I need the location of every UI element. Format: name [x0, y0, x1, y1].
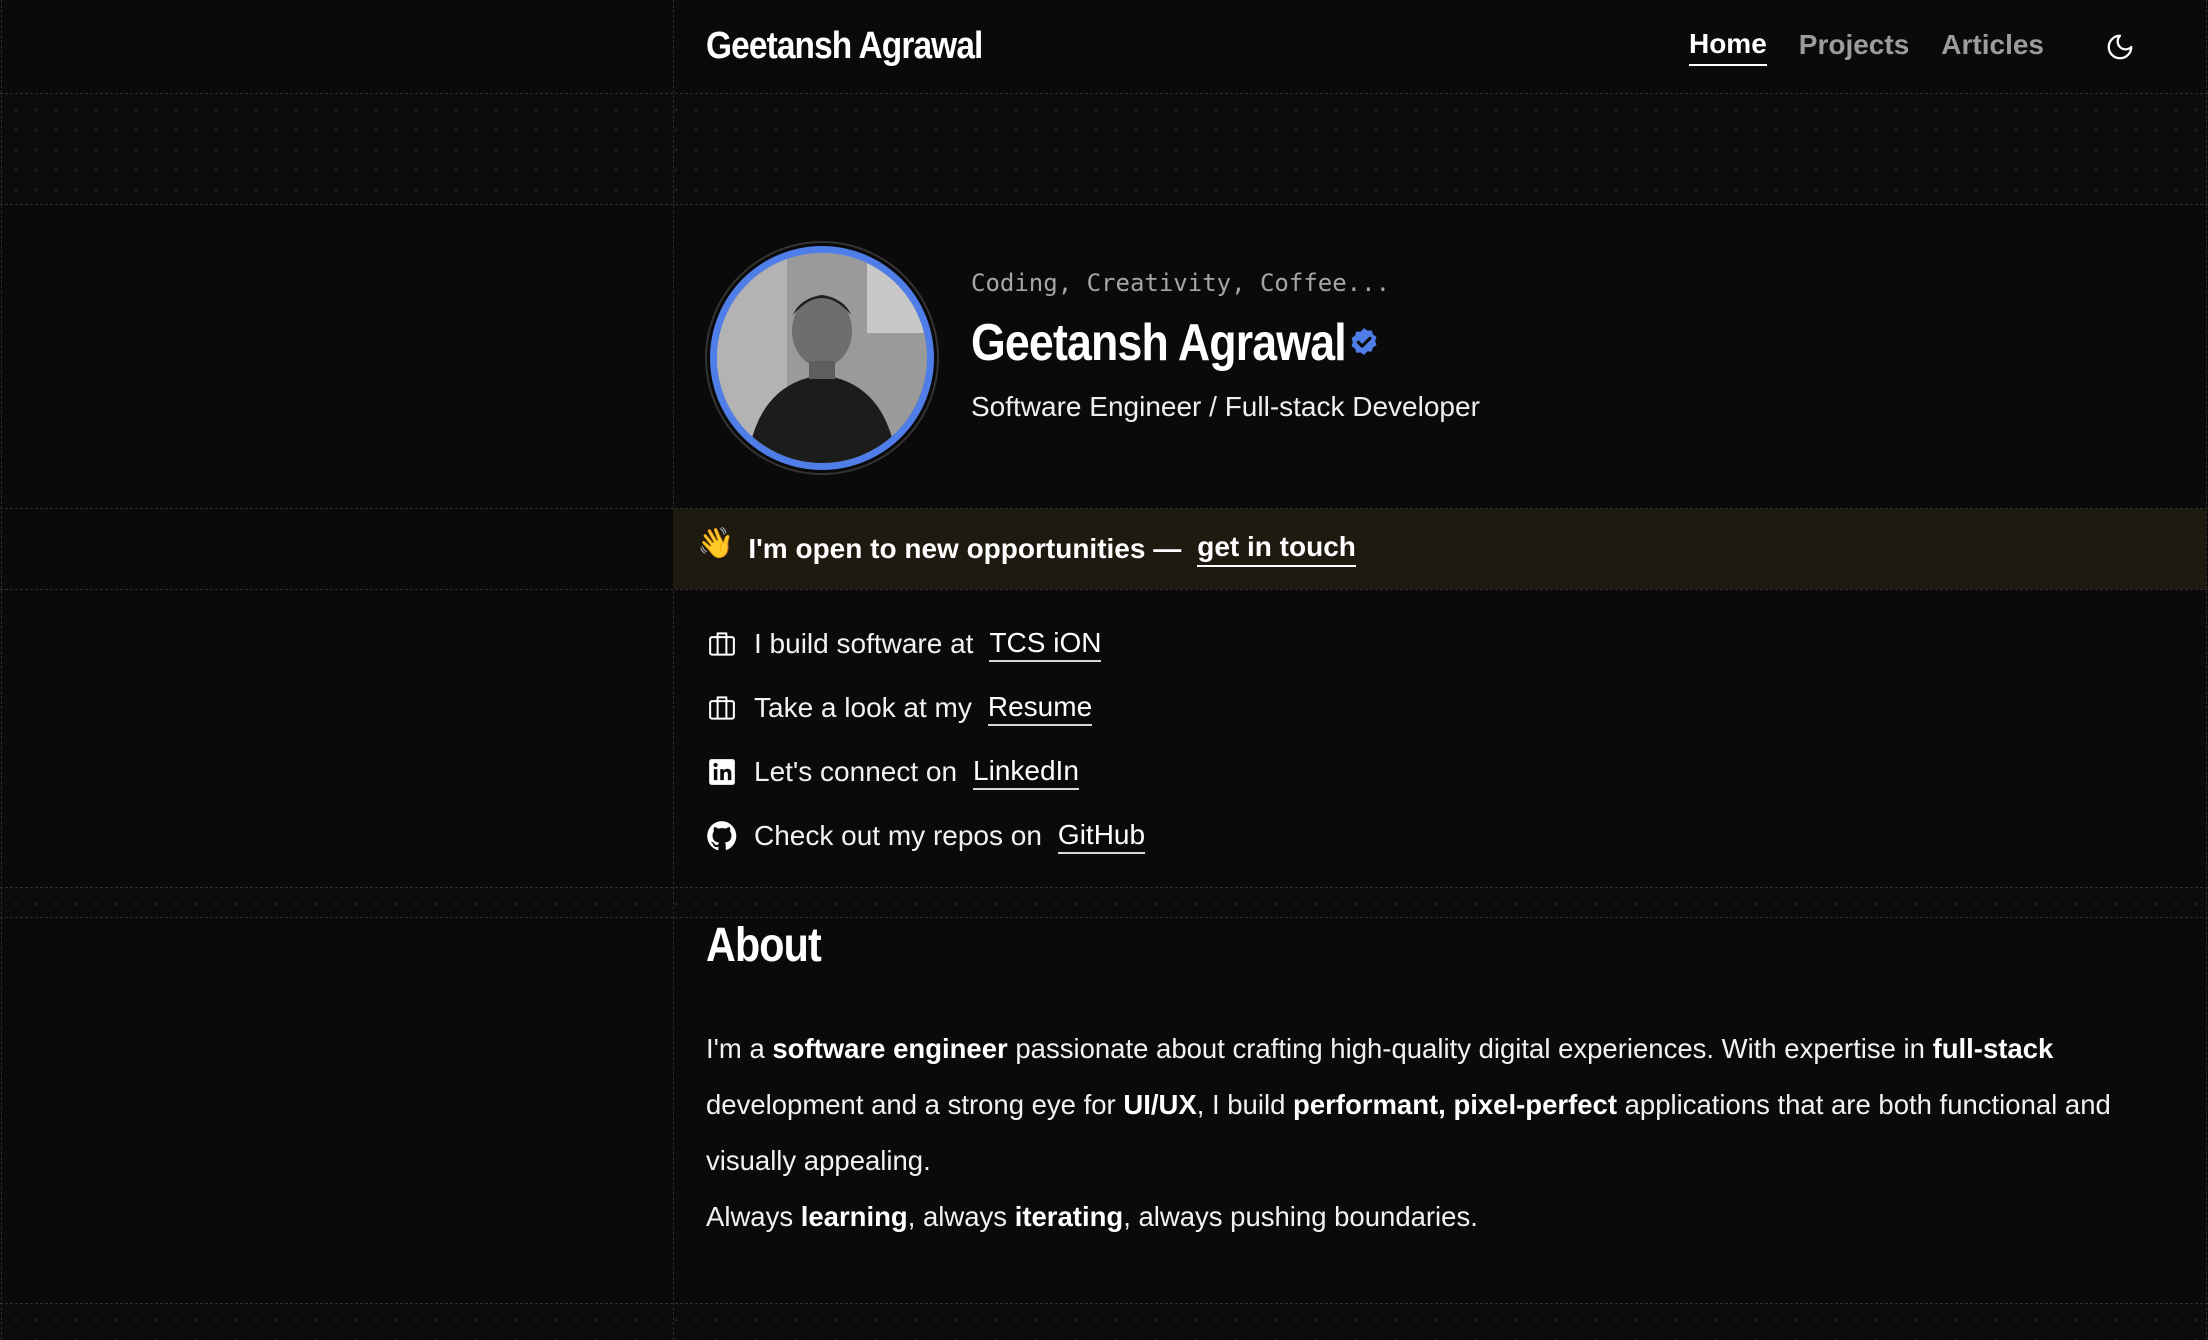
profile-section: Coding, Creativity, Coffee... Geetansh A… [673, 205, 2206, 508]
divider [0, 93, 2208, 94]
list-item: Let's connect on LinkedIn [706, 740, 2206, 804]
link-text: Check out my repos on [754, 820, 1042, 851]
avatar-photo [717, 252, 927, 463]
verified-badge-icon [1351, 327, 1377, 355]
tagline: Coding, Creativity, Coffee... [971, 268, 1391, 297]
divider [0, 1303, 2208, 1304]
about-body: I'm a software engineer passionate about… [706, 1021, 2146, 1245]
about-text-bold: performant, pixel-perfect [1293, 1089, 1617, 1120]
tcs-ion-link[interactable]: TCS iON [989, 627, 1102, 662]
dotted-stripe-top [0, 94, 2208, 204]
about-paragraph-1: I'm a software engineer passionate about… [706, 1021, 2146, 1189]
about-text-bold: software engineer [772, 1033, 1008, 1064]
about-text: I'm a [706, 1033, 773, 1064]
get-in-touch-link[interactable]: get in touch [1197, 531, 1356, 567]
nav-home[interactable]: Home [1688, 28, 1767, 66]
github-icon [706, 820, 738, 852]
moon-icon [2107, 34, 2133, 59]
guide-line [1, 0, 2, 1340]
profile-role: Software Engineer / Full-stack Developer [971, 390, 1480, 422]
about-text: development and a strong eye for [706, 1089, 1124, 1120]
list-item: I build software at TCS iON [706, 612, 2206, 676]
about-section: About I'm a software engineer passionate… [673, 918, 2206, 1245]
about-paragraph-2: Always learning, always iterating, alway… [706, 1189, 2146, 1245]
about-text: , always pushing boundaries. [1123, 1201, 1478, 1232]
github-link[interactable]: GitHub [1057, 819, 1146, 854]
site-brand[interactable]: Geetansh Agrawal [706, 25, 983, 68]
about-text-bold: iterating [1014, 1201, 1124, 1232]
theme-toggle-button[interactable] [2100, 27, 2140, 67]
page: Geetansh Agrawal Home Projects Articles [0, 0, 2208, 1340]
about-text: Always [706, 1201, 801, 1232]
list-item: Check out my repos on GitHub [706, 804, 2206, 868]
site-header: Geetansh Agrawal Home Projects Articles [673, 0, 2206, 93]
list-item: Take a look at my Resume [706, 676, 2206, 740]
dotted-stripe-middle [0, 888, 2208, 917]
main-nav: Home Projects Articles [1657, 27, 2140, 67]
avatar [710, 245, 934, 470]
dotted-stripe-bottom [0, 1304, 2208, 1340]
guide-line [2206, 0, 2207, 1340]
about-text: , I build [1196, 1089, 1294, 1120]
link-text: Let's connect on [754, 756, 958, 787]
linkedin-icon [706, 756, 738, 788]
nav-projects[interactable]: Projects [1799, 29, 1910, 65]
nav-articles[interactable]: Articles [1941, 29, 2044, 65]
about-text: , always [907, 1201, 1015, 1232]
divider [0, 887, 2208, 888]
briefcase-icon [706, 628, 738, 660]
avatar-ring [705, 240, 939, 475]
profile-text: Coding, Creativity, Coffee... Geetansh A… [971, 269, 1480, 423]
links-list: I build software at TCS iON Take a look … [673, 612, 2206, 868]
about-title: About [706, 919, 822, 972]
banner-text: I'm open to new opportunities — [748, 533, 1182, 564]
waving-hand-icon: 👋 [697, 526, 735, 560]
profile-name: Geetansh Agrawal [971, 313, 1347, 372]
link-text: I build software at [754, 628, 974, 659]
linkedin-link[interactable]: LinkedIn [973, 755, 1079, 790]
resume-link[interactable]: Resume [987, 691, 1093, 726]
name-row: Geetansh Agrawal [971, 313, 1480, 373]
divider [0, 589, 2208, 590]
about-text-bold: UI/UX [1123, 1089, 1197, 1120]
link-text: Take a look at my [754, 692, 972, 723]
opportunities-banner: 👋 I'm open to new opportunities — get in… [673, 509, 2206, 589]
about-text-bold: learning [800, 1201, 908, 1232]
briefcase-icon [706, 692, 738, 724]
about-text-bold: full-stack [1932, 1033, 2054, 1064]
about-text: passionate about crafting high-quality d… [1007, 1033, 1933, 1064]
